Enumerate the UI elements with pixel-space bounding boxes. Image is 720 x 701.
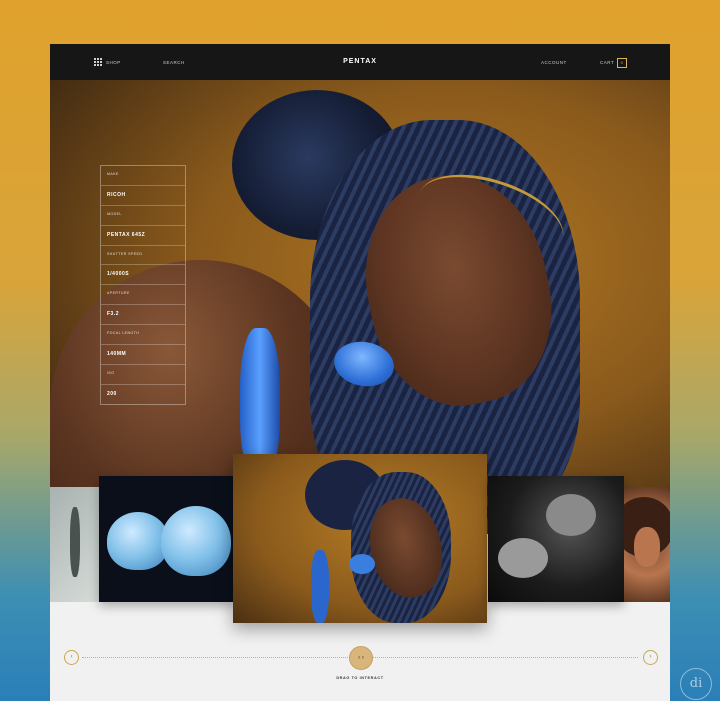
exif-iso-label: ISO [107, 370, 115, 375]
gallery-thumb-dancer[interactable] [50, 487, 100, 602]
top-navigation-bar: Shop Search PENTAX Account Cart 0 [50, 44, 670, 80]
exif-label-row: Model [101, 206, 185, 226]
exif-label-row: Shutter Speed [101, 246, 185, 266]
watermark-logo: di [680, 668, 712, 700]
exif-make-label: Make [107, 172, 119, 176]
exif-info-panel: Make Ricoh Model Pentax 645Z Shutter Spe… [100, 165, 186, 405]
exif-value-row: Pentax 645Z [101, 226, 185, 246]
exif-focal-value: 140mm [107, 351, 127, 358]
exif-model-value: Pentax 645Z [107, 231, 146, 238]
exif-value-row: 1/4000s [101, 265, 185, 286]
chevron-left-icon[interactable]: ‹ [64, 650, 79, 665]
drag-arrows-icon[interactable]: ‹ › [349, 646, 373, 670]
exif-focal-label: Focal Length [107, 331, 140, 336]
gallery-thumb-animals[interactable] [488, 476, 624, 602]
exif-label-row: ISO [101, 365, 185, 385]
thumb-lips-shape [349, 554, 375, 574]
nav-account-link[interactable]: Account [541, 60, 567, 65]
app-window: Shop Search PENTAX Account Cart 0 Make R… [50, 44, 670, 701]
drag-hint-label: Drag to interact [336, 676, 384, 680]
exif-aperture-value: F3.2 [107, 311, 120, 318]
gallery-thumb-afro-portrait[interactable] [624, 487, 670, 602]
thumb-jelly-shape [161, 506, 231, 576]
cart-count-badge[interactable]: 0 [617, 58, 627, 68]
exif-label-row: Aperture [101, 285, 185, 306]
exif-label-row: Make [101, 166, 185, 186]
chevron-right-icon[interactable]: › [643, 650, 658, 665]
thumb-face-shape [634, 527, 660, 567]
nav-cart-link[interactable]: Cart [600, 60, 614, 65]
exif-value-row: 200 [101, 385, 185, 404]
thumb-animal-shape [498, 538, 548, 578]
exif-label-row: Focal Length [101, 325, 185, 346]
exif-value-row: F3.2 [101, 305, 185, 326]
thumb-figure-shape [70, 507, 80, 577]
brand-logo[interactable]: PENTAX [50, 58, 670, 65]
exif-value-row: 140mm [101, 345, 185, 365]
exif-iso-value: 200 [107, 390, 117, 397]
exif-aperture-label: Aperture [107, 291, 130, 296]
exif-shutter-label: Shutter Speed [107, 251, 143, 256]
thumb-animal-shape [546, 494, 596, 536]
exif-make-value: Ricoh [107, 191, 126, 198]
exif-value-row: Ricoh [101, 186, 185, 206]
thumb-wrap-shape [311, 550, 329, 623]
exif-model-label: Model [107, 211, 122, 216]
gallery-thumb-portrait-active[interactable] [233, 454, 487, 623]
gallery-thumb-jellyfish[interactable] [99, 476, 235, 602]
exif-shutter-value: 1/4000s [107, 271, 130, 278]
thumb-jelly-shape [107, 512, 169, 570]
